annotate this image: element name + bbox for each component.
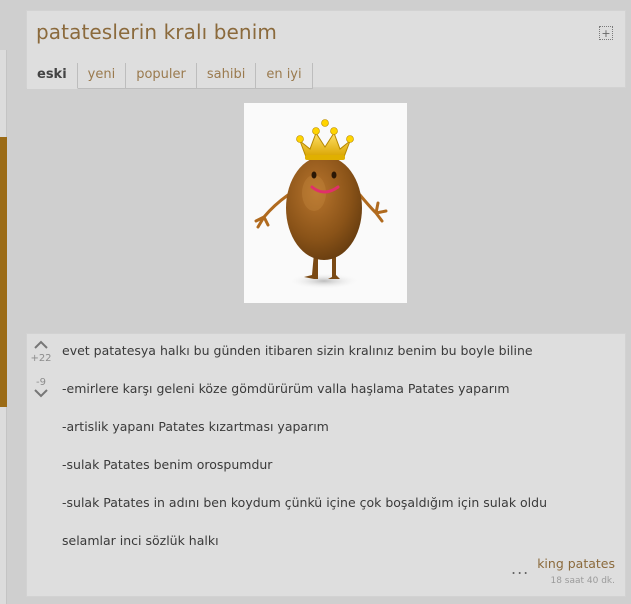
entry-line: -artislik yapanı Patates kızartması yapa… (62, 419, 329, 434)
tab-populer[interactable]: populer (126, 63, 197, 89)
downvote-chevron-icon[interactable] (34, 389, 48, 398)
potato-king-image[interactable] (244, 103, 407, 303)
entry-card: +22 -9 evet patatesya halkı bu günden it… (26, 333, 626, 597)
expand-plus-icon[interactable]: + (599, 26, 613, 40)
more-options-icon[interactable]: ... (511, 561, 529, 577)
tab-sahibi[interactable]: sahibi (196, 63, 257, 89)
topic-header: patateslerin kralı benim + eski yeni pop… (26, 10, 626, 89)
sort-tabs: eski yeni populer sahibi en iyi (27, 63, 313, 89)
entry-line: -emirlere karşı geleni köze gömdürürüm v… (62, 381, 510, 396)
entry-line: -sulak Patates benim orospumdur (62, 457, 273, 472)
entry-text: evet patatesya halkı bu günden itibaren … (62, 343, 622, 571)
tab-eski[interactable]: eski (27, 63, 78, 89)
entry-line: -sulak Patates in adını ben koydum çünkü… (62, 495, 548, 510)
upvote-chevron-icon[interactable] (34, 340, 48, 349)
author-link[interactable]: king patates (537, 556, 615, 571)
entry-line: evet patatesya halkı bu günden itibaren … (62, 343, 533, 358)
tab-yeni[interactable]: yeni (77, 63, 127, 89)
downvote-count: -9 (36, 377, 46, 388)
left-sidebar-accent (0, 137, 7, 407)
upvote-count: +22 (30, 353, 52, 364)
topic-title[interactable]: patateslerin kralı benim (36, 20, 277, 44)
tab-en-iyi[interactable]: en iyi (256, 63, 313, 89)
vote-column: +22 -9 (27, 340, 55, 398)
entry-timestamp[interactable]: 18 saat 40 dk. (550, 576, 615, 586)
